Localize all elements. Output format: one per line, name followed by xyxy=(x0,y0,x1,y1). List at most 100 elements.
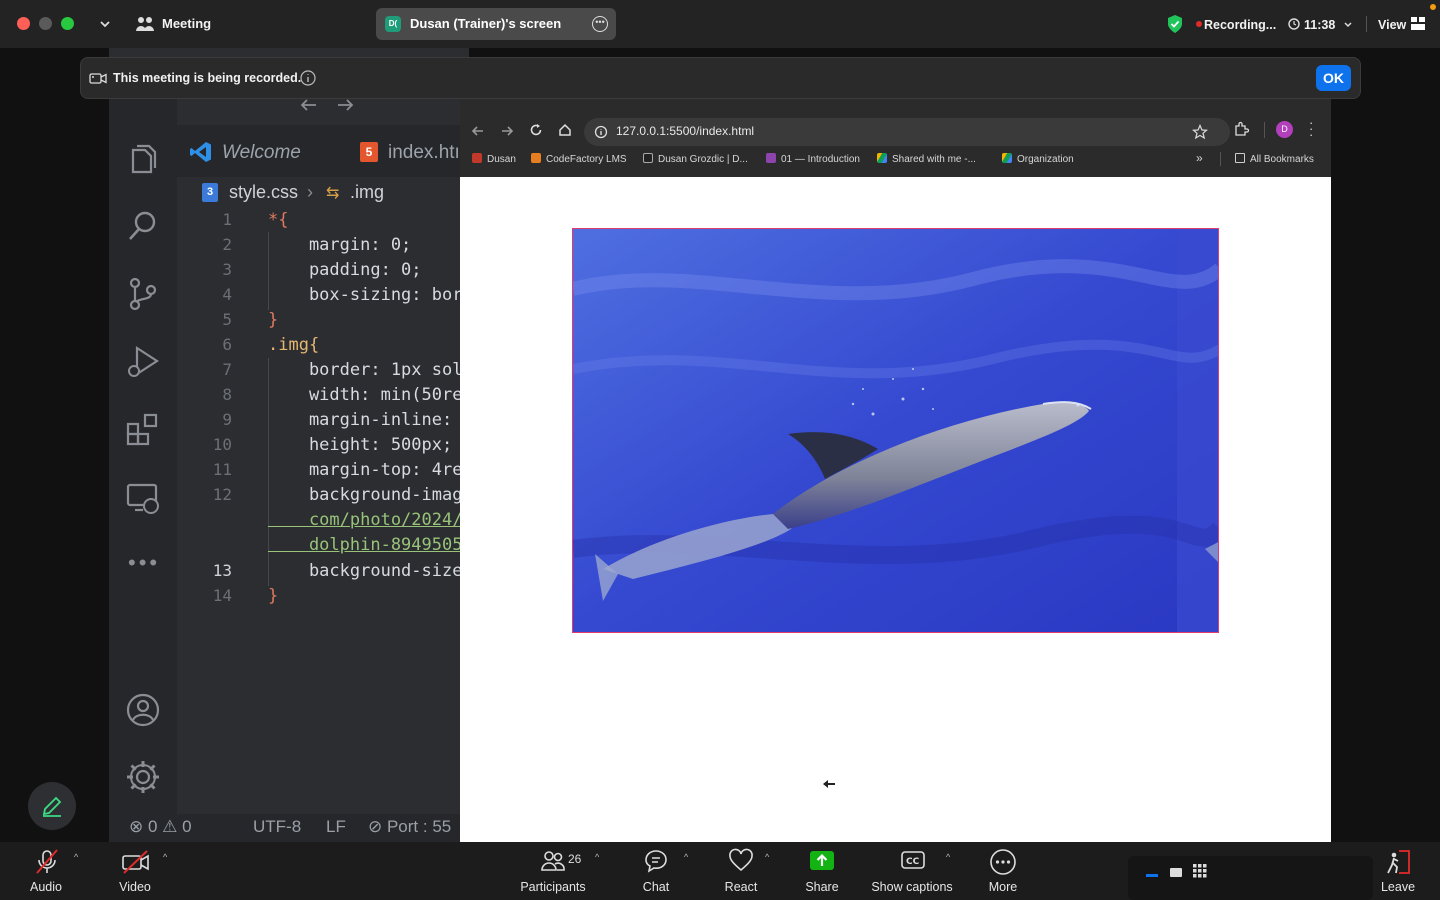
more-button[interactable]: More xyxy=(980,842,1026,900)
chevron-down-icon[interactable] xyxy=(1343,21,1353,29)
error-count: 0 xyxy=(147,817,158,836)
more-options-icon[interactable]: ••• xyxy=(592,16,608,32)
leave-button[interactable]: Leave xyxy=(1376,842,1420,900)
clock-icon xyxy=(1288,18,1300,30)
speaker-view-icon[interactable] xyxy=(1170,868,1182,877)
participants-button[interactable]: 26 Participants xyxy=(512,842,594,900)
bookmark-introduction[interactable]: 01 — Introduction xyxy=(766,153,860,165)
info-icon[interactable] xyxy=(300,70,316,86)
line-number: 12 xyxy=(212,485,232,504)
more-views-icon[interactable]: ••• xyxy=(128,550,160,576)
mouse-cursor-icon xyxy=(823,780,835,788)
chat-bubble-icon xyxy=(645,850,667,873)
breadcrumb: 3 style.css › ⇆ .img xyxy=(200,182,460,206)
show-captions-button[interactable]: CC Show captions xyxy=(866,842,958,900)
audio-button[interactable]: Audio xyxy=(20,842,72,900)
meeting-people-icon xyxy=(136,17,154,31)
search-icon[interactable] xyxy=(125,208,161,244)
chevron-down-icon[interactable] xyxy=(99,19,111,29)
video-button[interactable]: Video xyxy=(110,842,160,900)
ok-button[interactable]: OK xyxy=(1316,65,1351,91)
minimize-window-button[interactable] xyxy=(39,17,52,30)
captions-options-caret-icon[interactable]: ^ xyxy=(946,852,950,862)
bookmark-organization[interactable]: Organization xyxy=(1002,153,1074,165)
bookmark-dusan-grozdic[interactable]: Dusan Grozdic | D... xyxy=(643,153,748,165)
chat-options-caret-icon[interactable]: ^ xyxy=(684,852,688,862)
recording-status[interactable]: Recording... 11:38 xyxy=(1160,10,1366,38)
run-debug-icon[interactable] xyxy=(125,344,161,380)
divider xyxy=(1264,122,1265,138)
breadcrumb-symbol[interactable]: .img xyxy=(350,182,384,203)
chat-button[interactable]: Chat xyxy=(634,842,678,900)
vscode-status-bar: ⊗ 0 ⚠ 0 UTF-8 LF ⊘ Port : 55 xyxy=(109,814,469,842)
code-line: border: 1px sol xyxy=(268,360,463,380)
audio-options-caret-icon[interactable]: ^ xyxy=(74,852,78,862)
line-number: 3 xyxy=(222,260,232,279)
recording-notice-text: This meeting is being recorded. xyxy=(113,71,302,85)
line-number: 4 xyxy=(222,285,232,304)
errors-indicator[interactable]: ⊗ 0 ⚠ 0 xyxy=(129,817,192,837)
browser-menu-icon[interactable]: · · · xyxy=(1309,116,1313,141)
audio-label: Audio xyxy=(30,880,62,894)
folder-icon xyxy=(1235,153,1245,163)
tab-welcome[interactable]: Welcome xyxy=(182,128,342,176)
bookmark-star-icon[interactable] xyxy=(1192,124,1208,140)
eol-indicator[interactable]: LF xyxy=(326,817,346,837)
encoding-indicator[interactable]: UTF-8 xyxy=(253,817,301,837)
remote-explorer-icon[interactable] xyxy=(125,480,161,516)
google-drive-icon xyxy=(877,153,887,163)
profile-avatar[interactable]: D xyxy=(1276,121,1293,138)
react-button[interactable]: React xyxy=(718,842,764,900)
annotate-button[interactable] xyxy=(28,782,76,830)
bookmarks-overflow-icon[interactable]: » xyxy=(1196,151,1203,165)
bookmark-label: CodeFactory LMS xyxy=(546,154,627,165)
participants-options-caret-icon[interactable]: ^ xyxy=(595,852,599,862)
fullscreen-window-button[interactable] xyxy=(61,17,74,30)
minimize-view-icon[interactable] xyxy=(1146,874,1158,877)
url-text[interactable]: 127.0.0.1:5500/index.html xyxy=(616,124,754,138)
code-line: padding: 0; xyxy=(268,260,422,280)
grid-view-icon[interactable] xyxy=(1411,17,1425,30)
settings-gear-icon[interactable] xyxy=(125,759,161,795)
share-screen-button[interactable]: Share xyxy=(800,842,844,900)
back-arrow-icon[interactable] xyxy=(471,124,485,138)
line-number: 14 xyxy=(212,586,232,605)
css3-icon: 3 xyxy=(202,183,218,202)
live-server-port[interactable]: ⊘ Port : 55 xyxy=(368,817,451,837)
browser-toolbar: 127.0.0.1:5500/index.html D · · · Dusan Co… xyxy=(460,98,1331,177)
react-options-caret-icon[interactable]: ^ xyxy=(765,852,769,862)
line-number: 6 xyxy=(222,335,232,354)
breadcrumb-file[interactable]: style.css xyxy=(229,182,298,203)
reload-icon[interactable] xyxy=(529,123,543,137)
forward-arrow-icon[interactable] xyxy=(500,124,514,138)
captions-label: Show captions xyxy=(871,880,953,894)
video-options-caret-icon[interactable]: ^ xyxy=(163,852,167,862)
line-number: 10 xyxy=(212,435,232,454)
close-window-button[interactable] xyxy=(17,17,30,30)
all-bookmarks-folder[interactable]: All Bookmarks xyxy=(1235,153,1314,165)
shared-screen-pill[interactable]: D( Dusan (Trainer)'s screen ••• xyxy=(376,8,616,40)
bookmark-shared-with-me[interactable]: Shared with me -... xyxy=(877,153,976,165)
bookmark-label: Shared with me -... xyxy=(892,154,976,165)
account-icon[interactable] xyxy=(125,692,161,728)
home-icon[interactable] xyxy=(558,123,572,137)
bookmark-codefactory[interactable]: CodeFactory LMS xyxy=(531,153,627,165)
recording-dot-icon xyxy=(1196,21,1202,27)
source-control-icon[interactable] xyxy=(125,276,161,312)
bookmark-dusan[interactable]: Dusan xyxy=(472,153,516,165)
closed-captions-icon: CC xyxy=(901,851,925,869)
explorer-icon[interactable] xyxy=(125,142,161,178)
extensions-puzzle-icon[interactable] xyxy=(1233,121,1249,137)
extensions-icon[interactable] xyxy=(125,412,161,448)
dolphin-image xyxy=(572,228,1219,633)
gallery-view-icon[interactable] xyxy=(1193,864,1207,878)
tab-index-html[interactable]: 5 index.htı xyxy=(358,128,460,176)
heart-icon xyxy=(729,848,753,872)
view-button[interactable]: View xyxy=(1378,17,1406,33)
address-bar[interactable]: 127.0.0.1:5500/index.html xyxy=(584,118,1230,146)
site-info-icon[interactable] xyxy=(594,125,608,139)
css-rule-icon: ⇆ xyxy=(326,185,340,202)
browser-window: 127.0.0.1:5500/index.html D · · · Dusan Co… xyxy=(460,98,1331,842)
bookmark-favicon xyxy=(643,153,653,163)
tab-index-label: index.htı xyxy=(388,142,460,163)
